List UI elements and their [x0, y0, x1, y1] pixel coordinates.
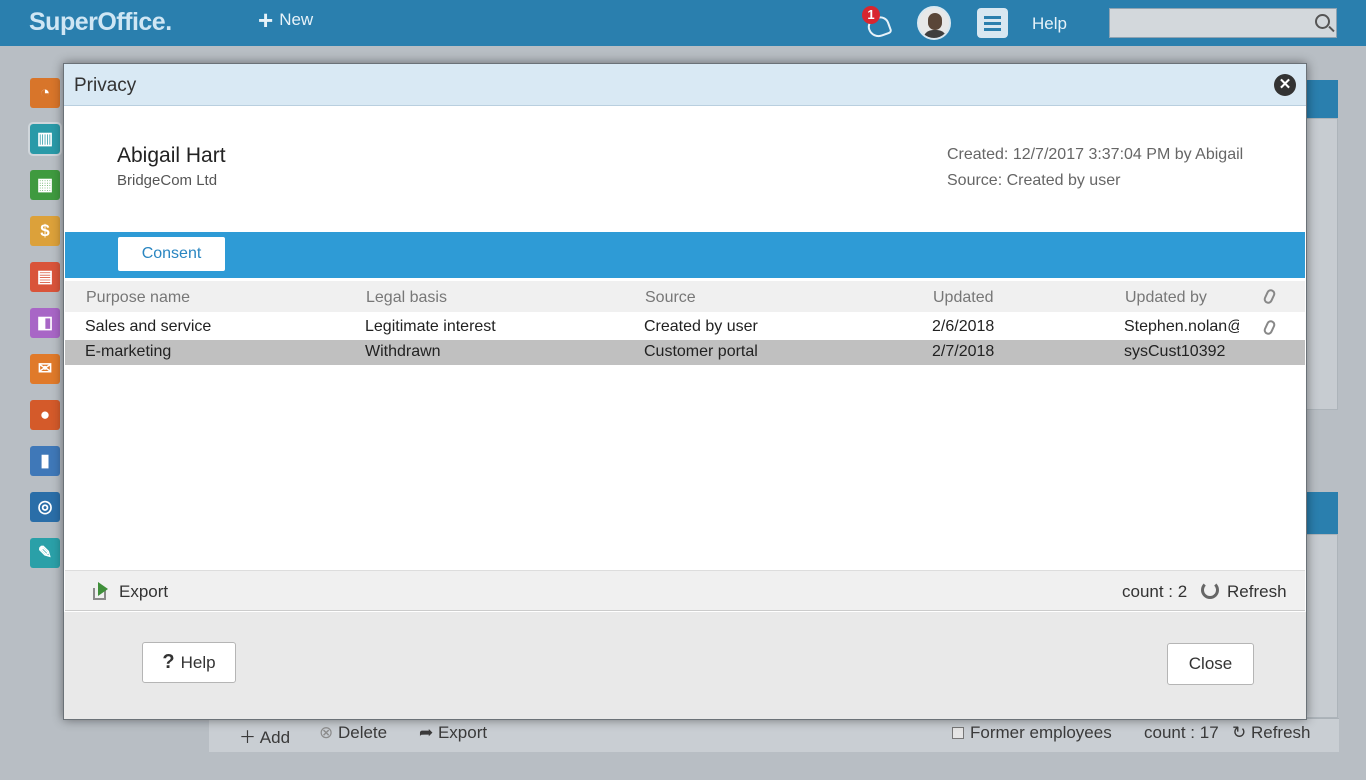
cell-updated-by: Stephen.nolan@ — [1124, 318, 1239, 335]
left-navigation: ◔ ▥ ▦ $ ▤ ◧ ✉ ● ▮ ◎ ✎ — [20, 68, 62, 608]
project-icon[interactable]: ▤ — [30, 262, 60, 292]
column-legal-basis[interactable]: Legal basis — [366, 289, 447, 307]
column-source[interactable]: Source — [645, 289, 696, 307]
cell-source: Customer portal — [644, 343, 758, 360]
cell-updated: 2/6/2018 — [932, 318, 995, 335]
diary-icon[interactable]: ▦ — [30, 170, 60, 200]
grid-header: Purpose name Legal basis Source Updated … — [65, 281, 1305, 312]
grid-footer: Export count : 2 Refresh — [65, 570, 1305, 611]
checkbox-icon[interactable] — [952, 727, 964, 739]
dialog-title: Privacy — [74, 75, 137, 96]
column-updated-by[interactable]: Updated by — [1125, 289, 1207, 307]
employee-count: count : 17 — [1144, 723, 1219, 742]
help-button[interactable]: ? Help — [142, 642, 236, 683]
help-button-label: Help — [180, 653, 216, 672]
cell-updated: 2/7/2018 — [932, 343, 995, 360]
question-icon: ? — [162, 651, 175, 673]
column-updated[interactable]: Updated — [933, 289, 994, 307]
target-icon[interactable]: ◎ — [30, 492, 60, 522]
cell-purpose: E-marketing — [85, 343, 172, 360]
search-icon[interactable] — [1315, 14, 1330, 29]
source-info: Source: Created by user — [947, 172, 1121, 189]
refresh-button[interactable]: ↻ Refresh — [1232, 723, 1311, 743]
add-button[interactable]: ＋ Add — [239, 723, 290, 748]
background-list-footer: ＋ Add ⊗ Delete ➦ Export Former employees… — [209, 718, 1339, 752]
created-info: Created: 12/7/2017 3:37:04 PM by Abigail — [947, 146, 1244, 163]
reports-icon[interactable]: ▮ — [30, 446, 60, 476]
company-name: BridgeCom Ltd — [117, 172, 218, 189]
table-row[interactable]: Sales and service Legitimate interest Cr… — [65, 315, 1305, 340]
attachment-icon[interactable] — [1262, 318, 1277, 337]
menu-line — [984, 28, 1001, 31]
menu-line — [984, 16, 1001, 19]
close-icon[interactable]: ✕ — [1274, 74, 1296, 96]
main-menu-button[interactable] — [977, 8, 1008, 38]
delete-button[interactable]: ⊗ Delete — [319, 723, 387, 743]
selection-icon[interactable]: ◧ — [30, 308, 60, 338]
table-row[interactable]: E-marketing Withdrawn Customer portal 2/… — [65, 340, 1305, 365]
refresh-button[interactable]: Refresh — [1227, 582, 1287, 602]
export-button[interactable]: ➦ Export — [419, 723, 487, 743]
top-bar: SuperOffice. + New 1 Help — [0, 0, 1366, 46]
dialog-header: Privacy ✕ — [64, 64, 1306, 106]
notifications-button[interactable]: 1 — [862, 6, 893, 41]
avatar-body — [923, 30, 947, 38]
tab-bar: Consent — [65, 232, 1305, 278]
chat-icon[interactable]: ● — [30, 400, 60, 430]
avatar-head — [928, 13, 942, 30]
new-button-label: New — [279, 10, 314, 29]
export-icon[interactable] — [93, 582, 113, 600]
dialog-button-bar: ? Help Close — [64, 612, 1306, 719]
cell-legal-basis: Withdrawn — [365, 343, 441, 360]
person-name: Abigail Hart — [117, 144, 226, 167]
sales-icon[interactable]: $ — [30, 216, 60, 246]
tab-consent[interactable]: Consent — [118, 237, 225, 271]
mail-icon[interactable]: ✉ — [30, 354, 60, 384]
privacy-dialog: Privacy ✕ Abigail Hart BridgeCom Ltd Cre… — [63, 63, 1307, 720]
export-icon-arrow — [98, 582, 108, 596]
cell-source: Created by user — [644, 318, 758, 335]
help-link[interactable]: Help — [1032, 14, 1067, 34]
export-button[interactable]: Export — [119, 582, 168, 602]
plus-icon: + — [258, 5, 274, 35]
user-avatar[interactable] — [917, 6, 951, 40]
service-icon[interactable]: ✎ — [30, 538, 60, 568]
column-purpose-name[interactable]: Purpose name — [86, 289, 190, 307]
attachment-icon — [1262, 287, 1277, 306]
dashboard-icon[interactable]: ◔ — [30, 78, 60, 108]
cell-purpose: Sales and service — [85, 318, 212, 335]
refresh-icon[interactable] — [1201, 581, 1219, 599]
new-button[interactable]: + New — [258, 5, 314, 35]
row-count: count : 2 — [1122, 582, 1188, 601]
search-input[interactable] — [1109, 8, 1337, 38]
company-icon[interactable]: ▥ — [28, 122, 62, 156]
cell-updated-by: sysCust10392 — [1124, 343, 1226, 360]
former-employees-checkbox[interactable]: Former employees — [952, 723, 1112, 743]
cell-legal-basis: Legitimate interest — [365, 318, 496, 335]
app-logo[interactable]: SuperOffice. — [29, 8, 172, 37]
menu-line — [984, 22, 1001, 25]
close-button[interactable]: Close — [1167, 643, 1254, 685]
notification-badge: 1 — [862, 6, 880, 24]
